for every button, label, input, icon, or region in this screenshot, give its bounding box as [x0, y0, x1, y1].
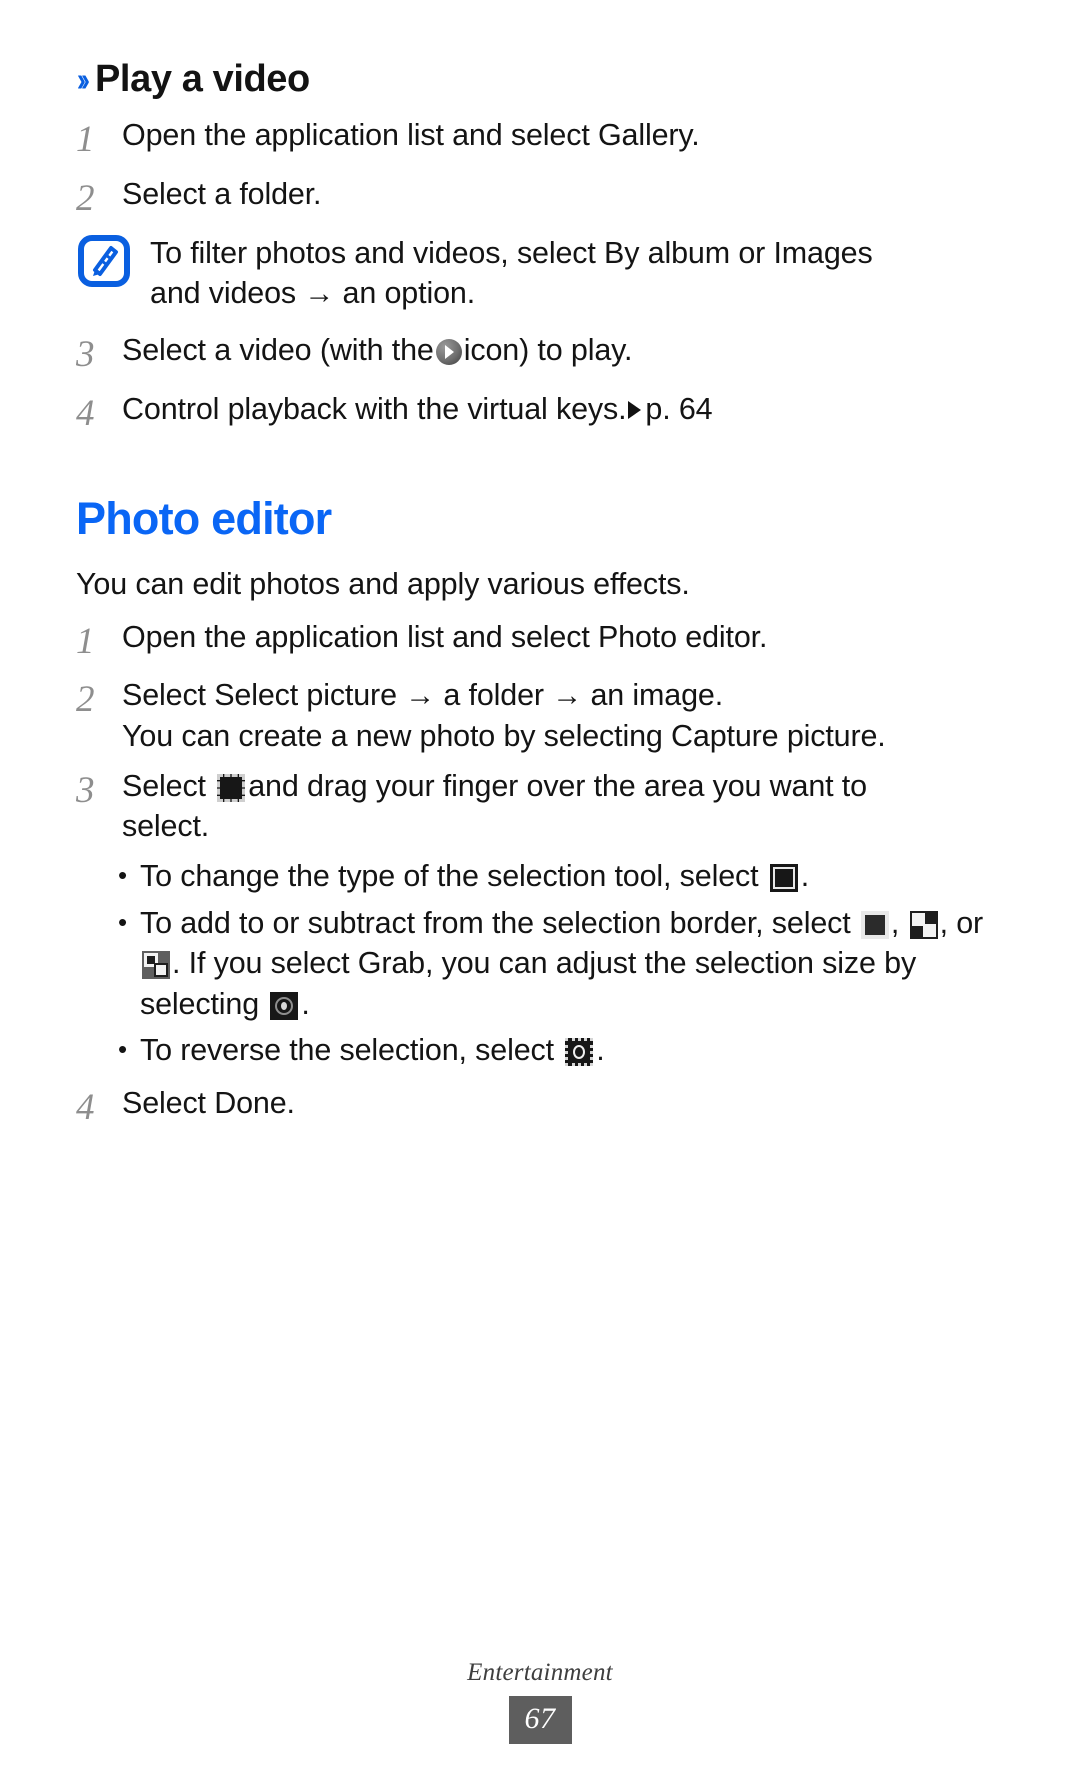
note-text: To filter photos and videos, select By a… — [150, 233, 1004, 314]
chevron-double-right-icon: ›› — [76, 61, 90, 98]
icon-separator-1: , — [890, 905, 900, 940]
note-callout: To filter photos and videos, select By a… — [76, 233, 1004, 314]
step-number: 1 — [76, 620, 95, 662]
section-heading-play-a-video: ›› Play a video — [76, 58, 1004, 101]
play-circle-icon — [435, 338, 462, 365]
bullet-text: To reverse the selection, select . — [140, 1030, 1004, 1071]
bullet-text: To change the type of the selection tool… — [140, 856, 1004, 897]
arrow-glyph: → — [552, 679, 583, 713]
document-page: ›› Play a video 1 Open the application l… — [0, 0, 1080, 1771]
step-text-line-2: select. — [122, 809, 210, 844]
step-text: Open the application list and select Pho… — [122, 619, 768, 654]
bullet-text-pre: To change the type of the selection tool… — [140, 858, 759, 893]
step-item: 3 Select a video (with the icon) to play. — [76, 330, 1004, 380]
step-text-pre: Select a video (with the — [122, 332, 434, 367]
step-text: Select a folder. — [122, 177, 322, 212]
step-number: 4 — [76, 1086, 95, 1128]
subtract-selection-icon — [142, 951, 170, 980]
step-number: 2 — [76, 178, 95, 220]
bullet-line-2-post: . — [301, 986, 310, 1021]
bullet-text: To add to or subtract from the selection… — [140, 903, 1004, 1025]
step-text: Select a video (with the icon) to play. — [122, 330, 1004, 371]
note-line-1: To filter photos and videos, select By a… — [150, 235, 873, 270]
add-selection-icon — [909, 910, 938, 939]
bullet-list: • To change the type of the selection to… — [76, 856, 1004, 1071]
step-number: 1 — [76, 119, 95, 161]
step-text: Open the application list and select Gal… — [122, 118, 700, 153]
step-text-post: icon) to play. — [463, 332, 633, 367]
step-text-post: an image. — [590, 678, 724, 713]
icon-separator-2: , or — [939, 905, 984, 940]
step-text: Select Select picture → a folder → an im… — [122, 675, 1004, 756]
intro-paragraph: You can edit photos and apply various ef… — [76, 566, 690, 601]
step-text-mid: a folder — [443, 678, 544, 713]
step-number: 4 — [76, 392, 95, 434]
step-text-pre: Control playback with the virtual keys. — [122, 391, 627, 426]
bullet-dot: • — [118, 1034, 128, 1065]
step-item: 4 Select Done. — [76, 1083, 1004, 1133]
invert-selection-icon — [565, 1038, 594, 1067]
footer-section-label: Entertainment — [467, 1659, 613, 1686]
arrow-glyph: → — [304, 277, 335, 311]
step-item: 1 Open the application list and select P… — [76, 617, 1004, 667]
list-item: • To add to or subtract from the selecti… — [76, 903, 1004, 1025]
page-number-badge: 67 — [508, 1696, 572, 1744]
note-line-2-post: an option. — [342, 276, 476, 311]
play-triangle-icon — [628, 400, 642, 419]
step-text-line-2: You can create a new photo by selecting … — [122, 719, 886, 754]
page-reference: p. 64 — [645, 391, 713, 426]
arrow-glyph: → — [405, 679, 436, 713]
bullet-text-pre: To add to or subtract from the selection… — [140, 905, 851, 940]
page-footer: Entertainment 67 — [0, 1659, 1080, 1744]
list-item: • To change the type of the selection to… — [76, 856, 1004, 897]
bullet-dot: • — [118, 859, 128, 890]
step-text: Select and drag your finger over the are… — [122, 766, 1004, 847]
step-text-post: and drag your finger over the area you w… — [248, 768, 867, 803]
step-text: Select Done. — [122, 1085, 295, 1120]
section-heading-text: Play a video — [94, 58, 310, 100]
step-item: 4 Control playback with the virtual keys… — [76, 389, 1004, 439]
grab-resize-icon — [270, 991, 299, 1020]
bullet-text-post: . — [596, 1033, 605, 1068]
step-item: 3 Select and drag your finger over the a… — [76, 766, 1004, 847]
page-content: ›› Play a video 1 Open the application l… — [76, 58, 1004, 1142]
step-text-pre: Select Select picture — [122, 678, 397, 713]
step-item: 2 Select a folder. — [76, 174, 1004, 224]
step-text: Control playback with the virtual keys. p… — [122, 389, 1004, 430]
step-item: 2 Select Select picture → a folder → an … — [76, 675, 1004, 756]
step-number: 3 — [76, 769, 95, 811]
step-number: 2 — [76, 679, 95, 721]
bullet-text-pre: To reverse the selection, select — [140, 1033, 554, 1068]
note-line-2-pre: and videos — [150, 276, 297, 311]
step-number: 3 — [76, 333, 95, 375]
bullet-dot: • — [118, 906, 128, 937]
step-item: 1 Open the application list and select G… — [76, 115, 1004, 165]
bullet-text-mid: . If you select Grab, you can adjust the — [172, 946, 687, 981]
list-item: • To reverse the selection, select . — [76, 1030, 1004, 1071]
marquee-select-icon — [217, 773, 246, 802]
step-text-pre: Select — [122, 768, 206, 803]
page-title: Photo editor — [76, 493, 332, 545]
bullet-text-post: . — [800, 858, 810, 893]
selection-tool-icon — [769, 863, 798, 892]
note-pencil-icon — [78, 234, 130, 287]
new-selection-icon — [860, 910, 889, 939]
